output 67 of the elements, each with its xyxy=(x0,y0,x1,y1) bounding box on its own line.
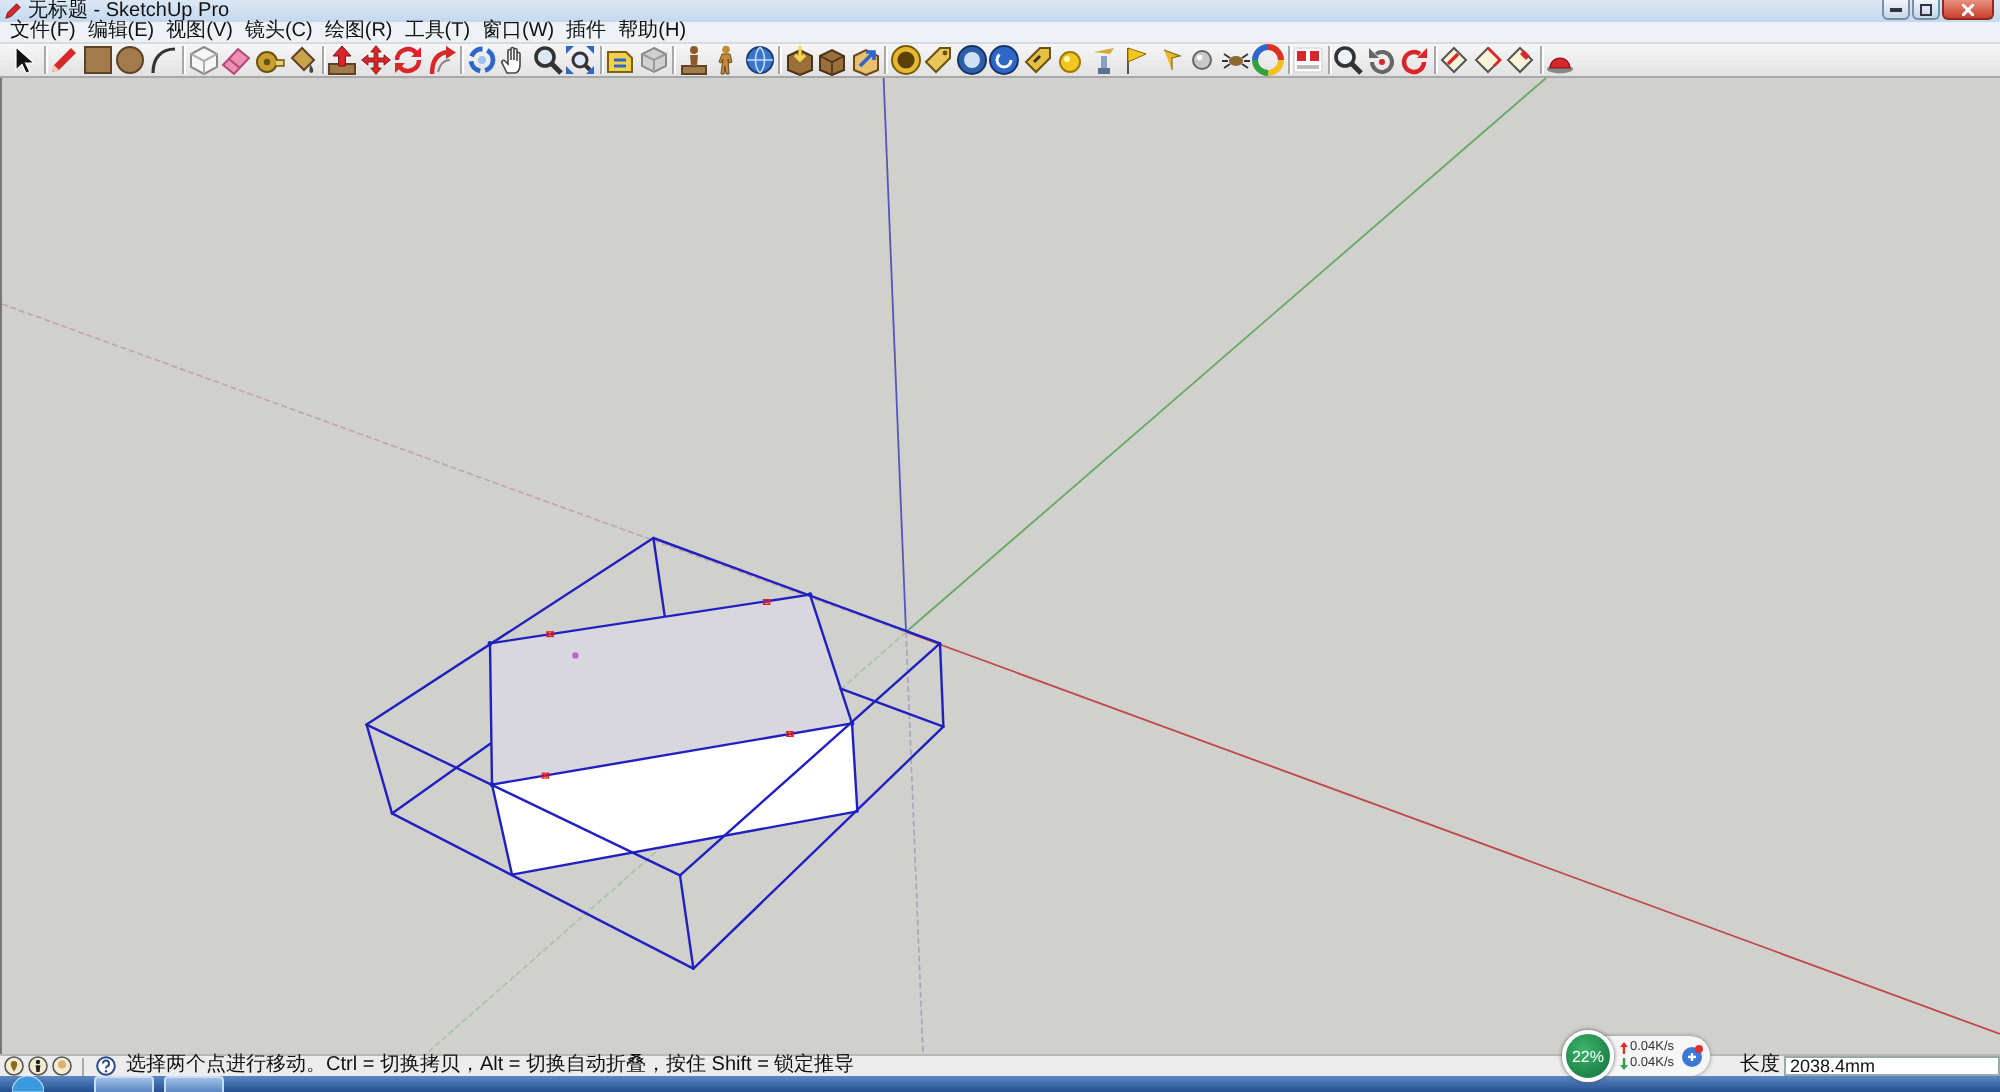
menu-item[interactable]: 帮助(H) xyxy=(612,22,693,42)
menu-item[interactable]: 编辑(E) xyxy=(81,22,161,42)
box-download-icon[interactable] xyxy=(783,44,815,76)
badge-circle-icon[interactable] xyxy=(1680,1044,1705,1068)
ball-icon[interactable] xyxy=(1186,44,1218,76)
menu-item[interactable]: 工具(T) xyxy=(398,22,477,42)
orbit-icon[interactable] xyxy=(465,44,497,76)
diamond-icon[interactable] xyxy=(1438,44,1470,76)
tag-icon[interactable] xyxy=(922,44,954,76)
ring-icon[interactable] xyxy=(1252,44,1284,76)
paint-bucket-icon[interactable] xyxy=(286,44,318,76)
magnifier-icon[interactable] xyxy=(1332,44,1364,76)
help-icon[interactable] xyxy=(96,1056,116,1076)
curved-arrow-icon[interactable] xyxy=(425,44,457,76)
measurement-field[interactable]: 2038.4mm xyxy=(1784,1056,2000,1076)
rotate-arrows-icon[interactable] xyxy=(392,44,424,76)
maximize-button[interactable] xyxy=(1912,0,1940,20)
taskbar-button[interactable] xyxy=(164,1076,224,1092)
magnifier-icon[interactable] xyxy=(531,44,563,76)
minimize-icon xyxy=(1890,7,1902,11)
up-arrow-icon xyxy=(1620,1042,1628,1054)
diamond-icon[interactable] xyxy=(1471,44,1503,76)
pin-circle-icon[interactable] xyxy=(4,1056,24,1076)
diamond-icon[interactable] xyxy=(1504,44,1536,76)
circular-arrow-icon[interactable] xyxy=(1365,44,1397,76)
box-icon[interactable] xyxy=(816,44,848,76)
swirl-disc-icon[interactable] xyxy=(988,44,1020,76)
midpoint-marker-icon xyxy=(546,631,554,638)
down-arrow-icon xyxy=(1620,1058,1628,1070)
menu-item[interactable]: 镜头(C) xyxy=(238,22,319,42)
person-circle-icon[interactable] xyxy=(28,1056,48,1076)
menu-item[interactable]: 文件(F) xyxy=(4,22,82,42)
box-arrow-icon[interactable] xyxy=(849,44,881,76)
maximize-icon xyxy=(1920,3,1932,15)
menu-item[interactable]: 视图(V) xyxy=(160,22,239,42)
eraser-icon[interactable] xyxy=(220,44,252,76)
minimize-button[interactable] xyxy=(1882,0,1910,20)
close-button[interactable] xyxy=(1942,0,1994,20)
start-orb-icon[interactable] xyxy=(12,1076,44,1092)
midpoint-marker-icon xyxy=(541,772,550,779)
menu-item[interactable]: 窗口(W) xyxy=(476,22,561,42)
circle-icon[interactable] xyxy=(114,44,146,76)
globe-icon[interactable] xyxy=(743,44,775,76)
push-pull-icon[interactable] xyxy=(326,44,358,76)
point-marker-icon xyxy=(572,652,579,659)
window-title: 无标题 - SketchUp Pro xyxy=(28,0,230,22)
folded-face[interactable] xyxy=(492,723,858,875)
midpoint-marker-icon xyxy=(762,599,771,605)
menu-item[interactable]: 绘图(R) xyxy=(318,22,399,42)
zoom-extents-icon[interactable] xyxy=(564,44,596,76)
tag-icon[interactable] xyxy=(1021,44,1053,76)
coin-icon[interactable] xyxy=(889,44,921,76)
logo-badge-icon[interactable] xyxy=(1292,44,1324,76)
disc-icon[interactable] xyxy=(955,44,987,76)
pencil-icon[interactable] xyxy=(48,44,80,76)
person-on-block-icon[interactable] xyxy=(677,44,709,76)
midpoint-marker-icon xyxy=(786,731,794,737)
measurement-label: 长度 xyxy=(1740,1056,1780,1076)
rectangle-face[interactable] xyxy=(490,594,852,785)
arc-icon[interactable] xyxy=(147,44,179,76)
menu-item[interactable]: 插件 xyxy=(560,22,613,42)
status-hint: 选择两个点进行移动。Ctrl = 切换拷贝，Alt = 切换自动折叠，按住 Shift = 锁定推导 xyxy=(126,1056,855,1076)
square-icon[interactable] xyxy=(81,44,113,76)
close-icon xyxy=(1962,3,1974,15)
move-arrows-icon[interactable] xyxy=(359,44,391,76)
head-circle-icon[interactable] xyxy=(52,1056,72,1076)
circular-arrow-icon[interactable] xyxy=(1398,44,1430,76)
